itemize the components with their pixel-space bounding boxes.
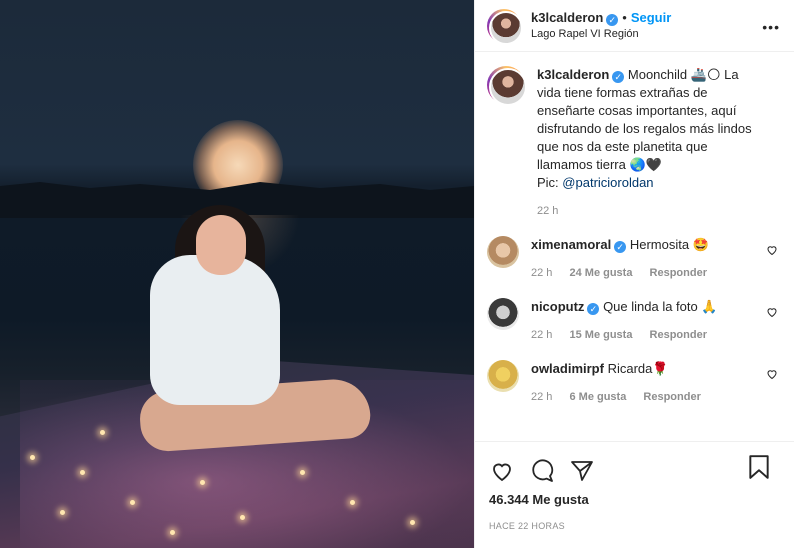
caption-text: k3lcalderon ✓ Moonchild 🚢🌕 La vida tiene … (537, 66, 765, 220)
fairy-light (410, 520, 415, 525)
comments-section: k3lcalderon ✓ Moonchild 🚢🌕 La vida tiene … (475, 52, 794, 442)
caption: k3lcalderon ✓ Moonchild 🚢🌕 La vida tiene … (487, 66, 778, 220)
comment-body: owladimirpf Ricarda🌹 22 h 6 Me gusta Res… (531, 360, 751, 406)
fairy-light (100, 430, 105, 435)
heart-icon[interactable] (766, 368, 778, 380)
comment-item: ximenamoral ✓ Hermosita 🤩 22 h 24 Me gust… (487, 236, 778, 282)
comment-username[interactable]: ximenamoral (531, 237, 611, 252)
caption-meta: 22 h (537, 202, 765, 220)
like-count[interactable]: 46.344 Me gusta (475, 492, 794, 507)
verified-icon: ✓ (612, 71, 625, 83)
fairy-light (300, 470, 305, 475)
reply-button[interactable]: Responder (643, 391, 700, 403)
comment-text: Ricarda🌹 (607, 361, 669, 376)
comment-text: Hermosita 🤩 (629, 237, 709, 252)
reply-button[interactable]: Responder (650, 329, 707, 341)
comment-meta: 22 h 15 Me gusta Responder (531, 326, 751, 344)
caption-time: 22 h (537, 205, 559, 217)
author-username[interactable]: k3lcalderon (531, 10, 603, 25)
comment-time: 22 h (531, 391, 553, 403)
comment-item: owladimirpf Ricarda🌹 22 h 6 Me gusta Res… (487, 360, 778, 406)
share-icon[interactable] (569, 459, 595, 483)
caption-title: Moonchild 🚢🌕 (627, 67, 721, 82)
person-face (196, 215, 246, 275)
comment-likes[interactable]: 24 Me gusta (569, 267, 632, 279)
fairy-light (350, 500, 355, 505)
commenter-avatar[interactable] (487, 298, 519, 330)
separator-dot: • (622, 9, 627, 25)
comment-likes[interactable]: 6 Me gusta (569, 391, 626, 403)
heart-icon[interactable] (766, 306, 778, 318)
author-info: k3lcalderon ✓ • Seguir Lago Rapel VI Región (531, 9, 671, 43)
post-frame: k3lcalderon ✓ • Seguir Lago Rapel VI Región… (0, 0, 794, 548)
verified-icon: ✓ (587, 303, 600, 315)
fairy-light (30, 455, 35, 460)
comment-time: 22 h (531, 267, 553, 279)
comment-meta: 22 h 24 Me gusta Responder (531, 264, 751, 282)
commenter-avatar[interactable] (487, 236, 519, 268)
verified-icon: ✓ (614, 241, 627, 253)
heart-icon[interactable] (489, 459, 515, 483)
follow-button[interactable]: Seguir (631, 10, 671, 25)
credit-handle-link[interactable]: @patricioroldan (562, 175, 653, 190)
fairy-light (170, 530, 175, 535)
post-header: k3lcalderon ✓ • Seguir Lago Rapel VI Región… (475, 0, 794, 52)
bookmark-icon[interactable] (748, 454, 770, 480)
comment-time: 22 h (531, 329, 553, 341)
heart-icon[interactable] (766, 244, 778, 256)
post-side-panel: k3lcalderon ✓ • Seguir Lago Rapel VI Región… (474, 0, 794, 548)
comment-body: ximenamoral ✓ Hermosita 🤩 22 h 24 Me gust… (531, 236, 751, 282)
verified-icon: ✓ (606, 13, 619, 26)
caption-credit-prefix: Pic: (537, 175, 563, 190)
action-bar (475, 442, 794, 490)
fairy-light (200, 480, 205, 485)
comment-username[interactable]: owladimirpf (531, 361, 604, 376)
comment-text: Que linda la foto 🙏 (603, 299, 718, 314)
caption-username[interactable]: k3lcalderon (537, 67, 609, 82)
comment-username[interactable]: nicoputz (531, 299, 584, 314)
post-timestamp: HACE 22 HORAS (489, 521, 565, 531)
post-photo[interactable] (0, 0, 474, 548)
comment-meta: 22 h 6 Me gusta Responder (531, 388, 751, 406)
caption-avatar[interactable] (487, 66, 527, 106)
fairy-light (130, 500, 135, 505)
location-link[interactable]: Lago Rapel VI Región (531, 26, 671, 43)
reply-button[interactable]: Responder (650, 267, 707, 279)
author-avatar[interactable] (487, 8, 523, 45)
comment-icon[interactable] (529, 459, 555, 483)
fairy-light (240, 515, 245, 520)
caption-body: La vida tiene formas extrañas de enseñar… (537, 67, 752, 172)
comment-item: nicoputz ✓ Que linda la foto 🙏 22 h 15 Me… (487, 298, 778, 344)
fairy-light (60, 510, 65, 515)
comment-body: nicoputz ✓ Que linda la foto 🙏 22 h 15 Me… (531, 298, 751, 344)
person-sweater (150, 255, 280, 405)
comment-likes[interactable]: 15 Me gusta (569, 329, 632, 341)
more-options-icon[interactable]: ••• (762, 19, 780, 35)
commenter-avatar[interactable] (487, 360, 519, 392)
fairy-light (80, 470, 85, 475)
